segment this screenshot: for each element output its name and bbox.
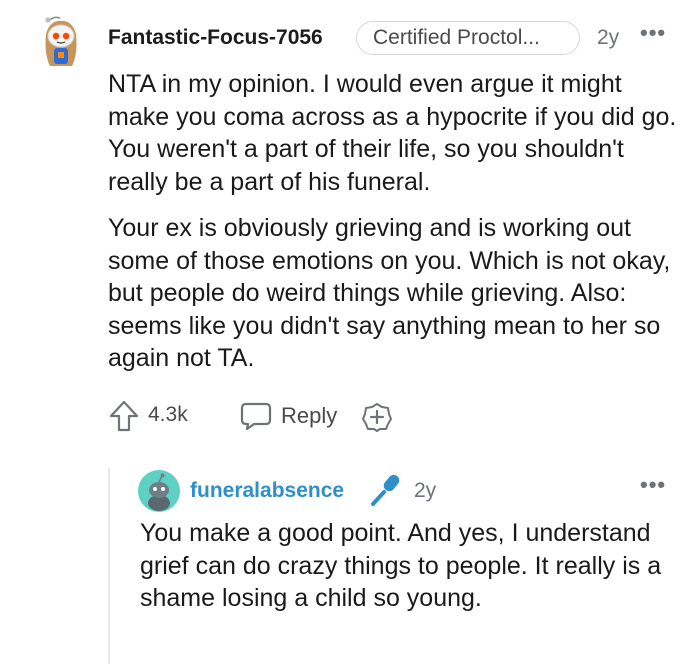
- reply-avatar-icon[interactable]: [138, 470, 180, 512]
- comment-paragraph: Your ex is obviously grieving and is wor…: [108, 214, 671, 372]
- reply-text: You make a good point. And yes, I unders…: [140, 519, 662, 612]
- reply-username[interactable]: funeralabsence: [190, 479, 344, 503]
- reply-label: Reply: [281, 403, 338, 428]
- reply-timestamp: 2y: [414, 479, 437, 502]
- user-flair-badge: Certified Proctol...: [356, 21, 580, 55]
- speech-bubble-icon: [240, 401, 272, 431]
- more-horizontal-icon[interactable]: •••: [640, 22, 666, 44]
- comment-timestamp: 2y: [597, 26, 620, 49]
- vote-score: 4.3k: [148, 403, 188, 426]
- more-horizontal-icon[interactable]: •••: [640, 474, 666, 496]
- upvote-arrow-icon[interactable]: [108, 399, 140, 433]
- thread-line[interactable]: [108, 468, 110, 664]
- comment-paragraph: NTA in my opinion. I would even argue it…: [108, 70, 677, 196]
- microphone-icon: [368, 472, 404, 508]
- add-award-icon[interactable]: [362, 402, 392, 432]
- comment-action-bar: 4.3k Reply: [108, 399, 428, 433]
- user-avatar-icon[interactable]: [36, 14, 86, 68]
- comment-username[interactable]: Fantastic-Focus-7056: [108, 26, 323, 50]
